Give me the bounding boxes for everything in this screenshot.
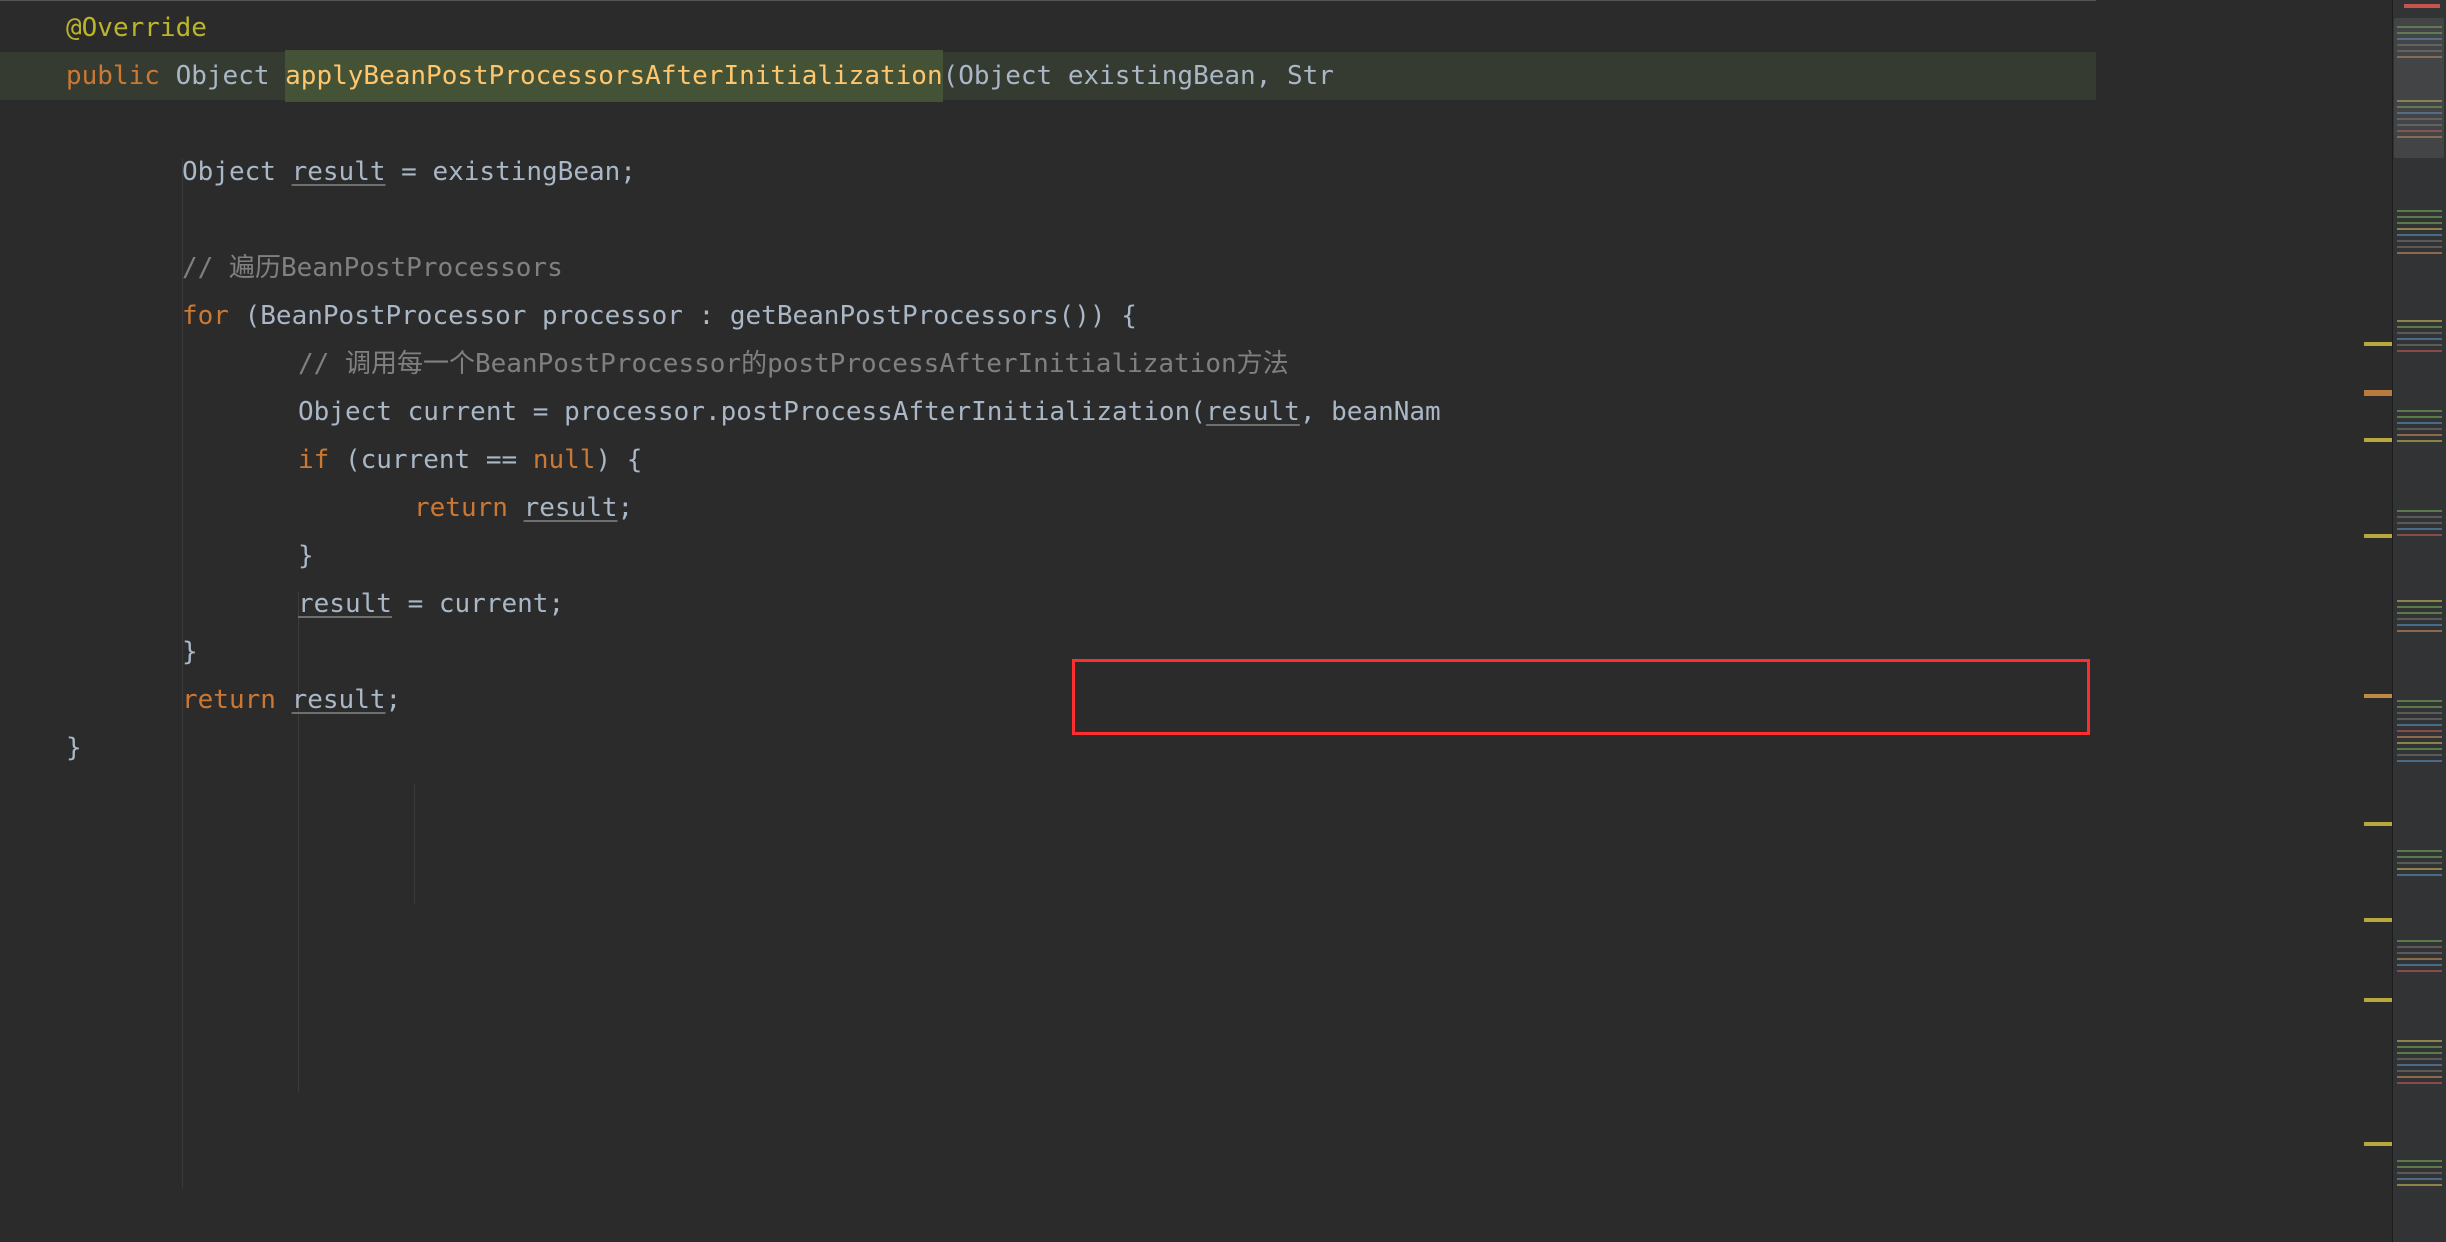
var-token-partial: beanNam — [1331, 388, 1441, 436]
brace-token: } — [66, 724, 82, 772]
warning-stripe[interactable] — [2364, 390, 2392, 396]
code-line[interactable]: } — [0, 724, 2096, 772]
code-line[interactable]: } — [0, 532, 2096, 580]
minimap-region — [2397, 850, 2442, 880]
param-token: existingBean — [1068, 52, 1256, 100]
warning-stripe[interactable] — [2364, 998, 2392, 1002]
minimap-region — [2397, 510, 2442, 540]
indent-guide — [414, 784, 415, 904]
code-line[interactable]: return result ; — [0, 484, 2096, 532]
minimap-region — [2397, 600, 2442, 636]
code-text: ) { — [595, 436, 642, 484]
brace-token: } — [298, 532, 314, 580]
minimap-region — [2397, 1040, 2442, 1088]
var-token: result — [292, 148, 386, 196]
warning-stripe[interactable] — [2364, 534, 2392, 538]
code-line[interactable]: @Override — [0, 4, 2096, 52]
code-line-comment[interactable]: // 调用每一个BeanPostProcessor的postProcessAft… — [0, 340, 2096, 388]
code-line[interactable]: if (current == null ) { — [0, 436, 2096, 484]
keyword-token: return — [182, 676, 276, 724]
code-line[interactable]: for (BeanPostProcessor processor : getBe… — [0, 292, 2096, 340]
code-line[interactable]: } — [0, 628, 2096, 676]
code-editor[interactable]: @Override public Object applyBeanPostPro… — [0, 0, 2096, 1242]
code-line[interactable]: result = current; — [0, 580, 2096, 628]
minimap-region — [2397, 410, 2442, 446]
space — [276, 676, 292, 724]
minimap-region — [2397, 1160, 2442, 1190]
analysis-status-icon[interactable] — [2404, 4, 2440, 8]
var-token: result — [524, 484, 618, 532]
minimap-region — [2397, 940, 2442, 976]
warning-stripe[interactable] — [2364, 438, 2392, 442]
warning-stripe[interactable] — [2364, 822, 2392, 826]
punct-token: ; — [618, 484, 634, 532]
code-line[interactable]: Object result = existingBean; — [0, 148, 2096, 196]
method-name-token: applyBeanPostProcessorsAfterInitializati… — [285, 50, 942, 102]
annotation-token: @Override — [66, 4, 207, 52]
punct-token: , — [1300, 388, 1331, 436]
inspection-gutter[interactable] — [2364, 0, 2392, 1242]
comment-token: // 调用每一个BeanPostProcessor的postProcessAft… — [298, 340, 1289, 388]
var-token: result — [298, 580, 392, 628]
keyword-token: if — [298, 436, 329, 484]
type-token: Object — [958, 52, 1052, 100]
code-line-comment[interactable]: // 遍历BeanPostProcessors — [0, 244, 2096, 292]
keyword-token: return — [414, 484, 508, 532]
code-text: = existingBean; — [386, 148, 636, 196]
code-text: (current == — [329, 436, 533, 484]
code-line-highlighted-call[interactable]: Object current = processor. postProcessA… — [0, 388, 2096, 436]
type-token-partial: Str — [1287, 52, 1334, 100]
code-line-method-signature[interactable]: public Object applyBeanPostProcessorsAft… — [0, 52, 2096, 100]
type-token: Object — [176, 52, 270, 100]
minimap-region — [2397, 320, 2442, 356]
comment-token: // 遍历BeanPostProcessors — [182, 244, 563, 292]
keyword-token: public — [66, 52, 160, 100]
code-line-blank[interactable] — [0, 196, 2096, 244]
var-token: result — [1206, 388, 1300, 436]
warning-stripe[interactable] — [2364, 918, 2392, 922]
var-token: result — [292, 676, 386, 724]
minimap[interactable] — [2392, 0, 2446, 1242]
warning-stripe[interactable] — [2364, 694, 2392, 698]
space — [508, 484, 524, 532]
type-token: Object — [182, 148, 292, 196]
punct-token: ( — [1190, 388, 1206, 436]
code-text: = current; — [392, 580, 564, 628]
code-line[interactable]: return result ; — [0, 676, 2096, 724]
punct-token: ; — [386, 676, 402, 724]
code-text: Object current = processor. — [298, 388, 721, 436]
warning-stripe[interactable] — [2364, 1142, 2392, 1146]
brace-token: } — [182, 628, 198, 676]
keyword-token: for — [182, 292, 229, 340]
method-call-token: postProcessAfterInitialization — [721, 388, 1191, 436]
punct-token: ( — [943, 52, 959, 100]
minimap-viewport[interactable] — [2394, 18, 2444, 158]
minimap-region — [2397, 210, 2442, 258]
warning-stripe[interactable] — [2364, 342, 2392, 346]
minimap-region — [2397, 700, 2442, 766]
punct-token: , — [1256, 52, 1287, 100]
code-line-blank[interactable] — [0, 100, 2096, 148]
panel-divider — [0, 0, 2096, 1]
null-token: null — [533, 436, 596, 484]
code-text: (BeanPostProcessor processor : getBeanPo… — [229, 292, 1137, 340]
